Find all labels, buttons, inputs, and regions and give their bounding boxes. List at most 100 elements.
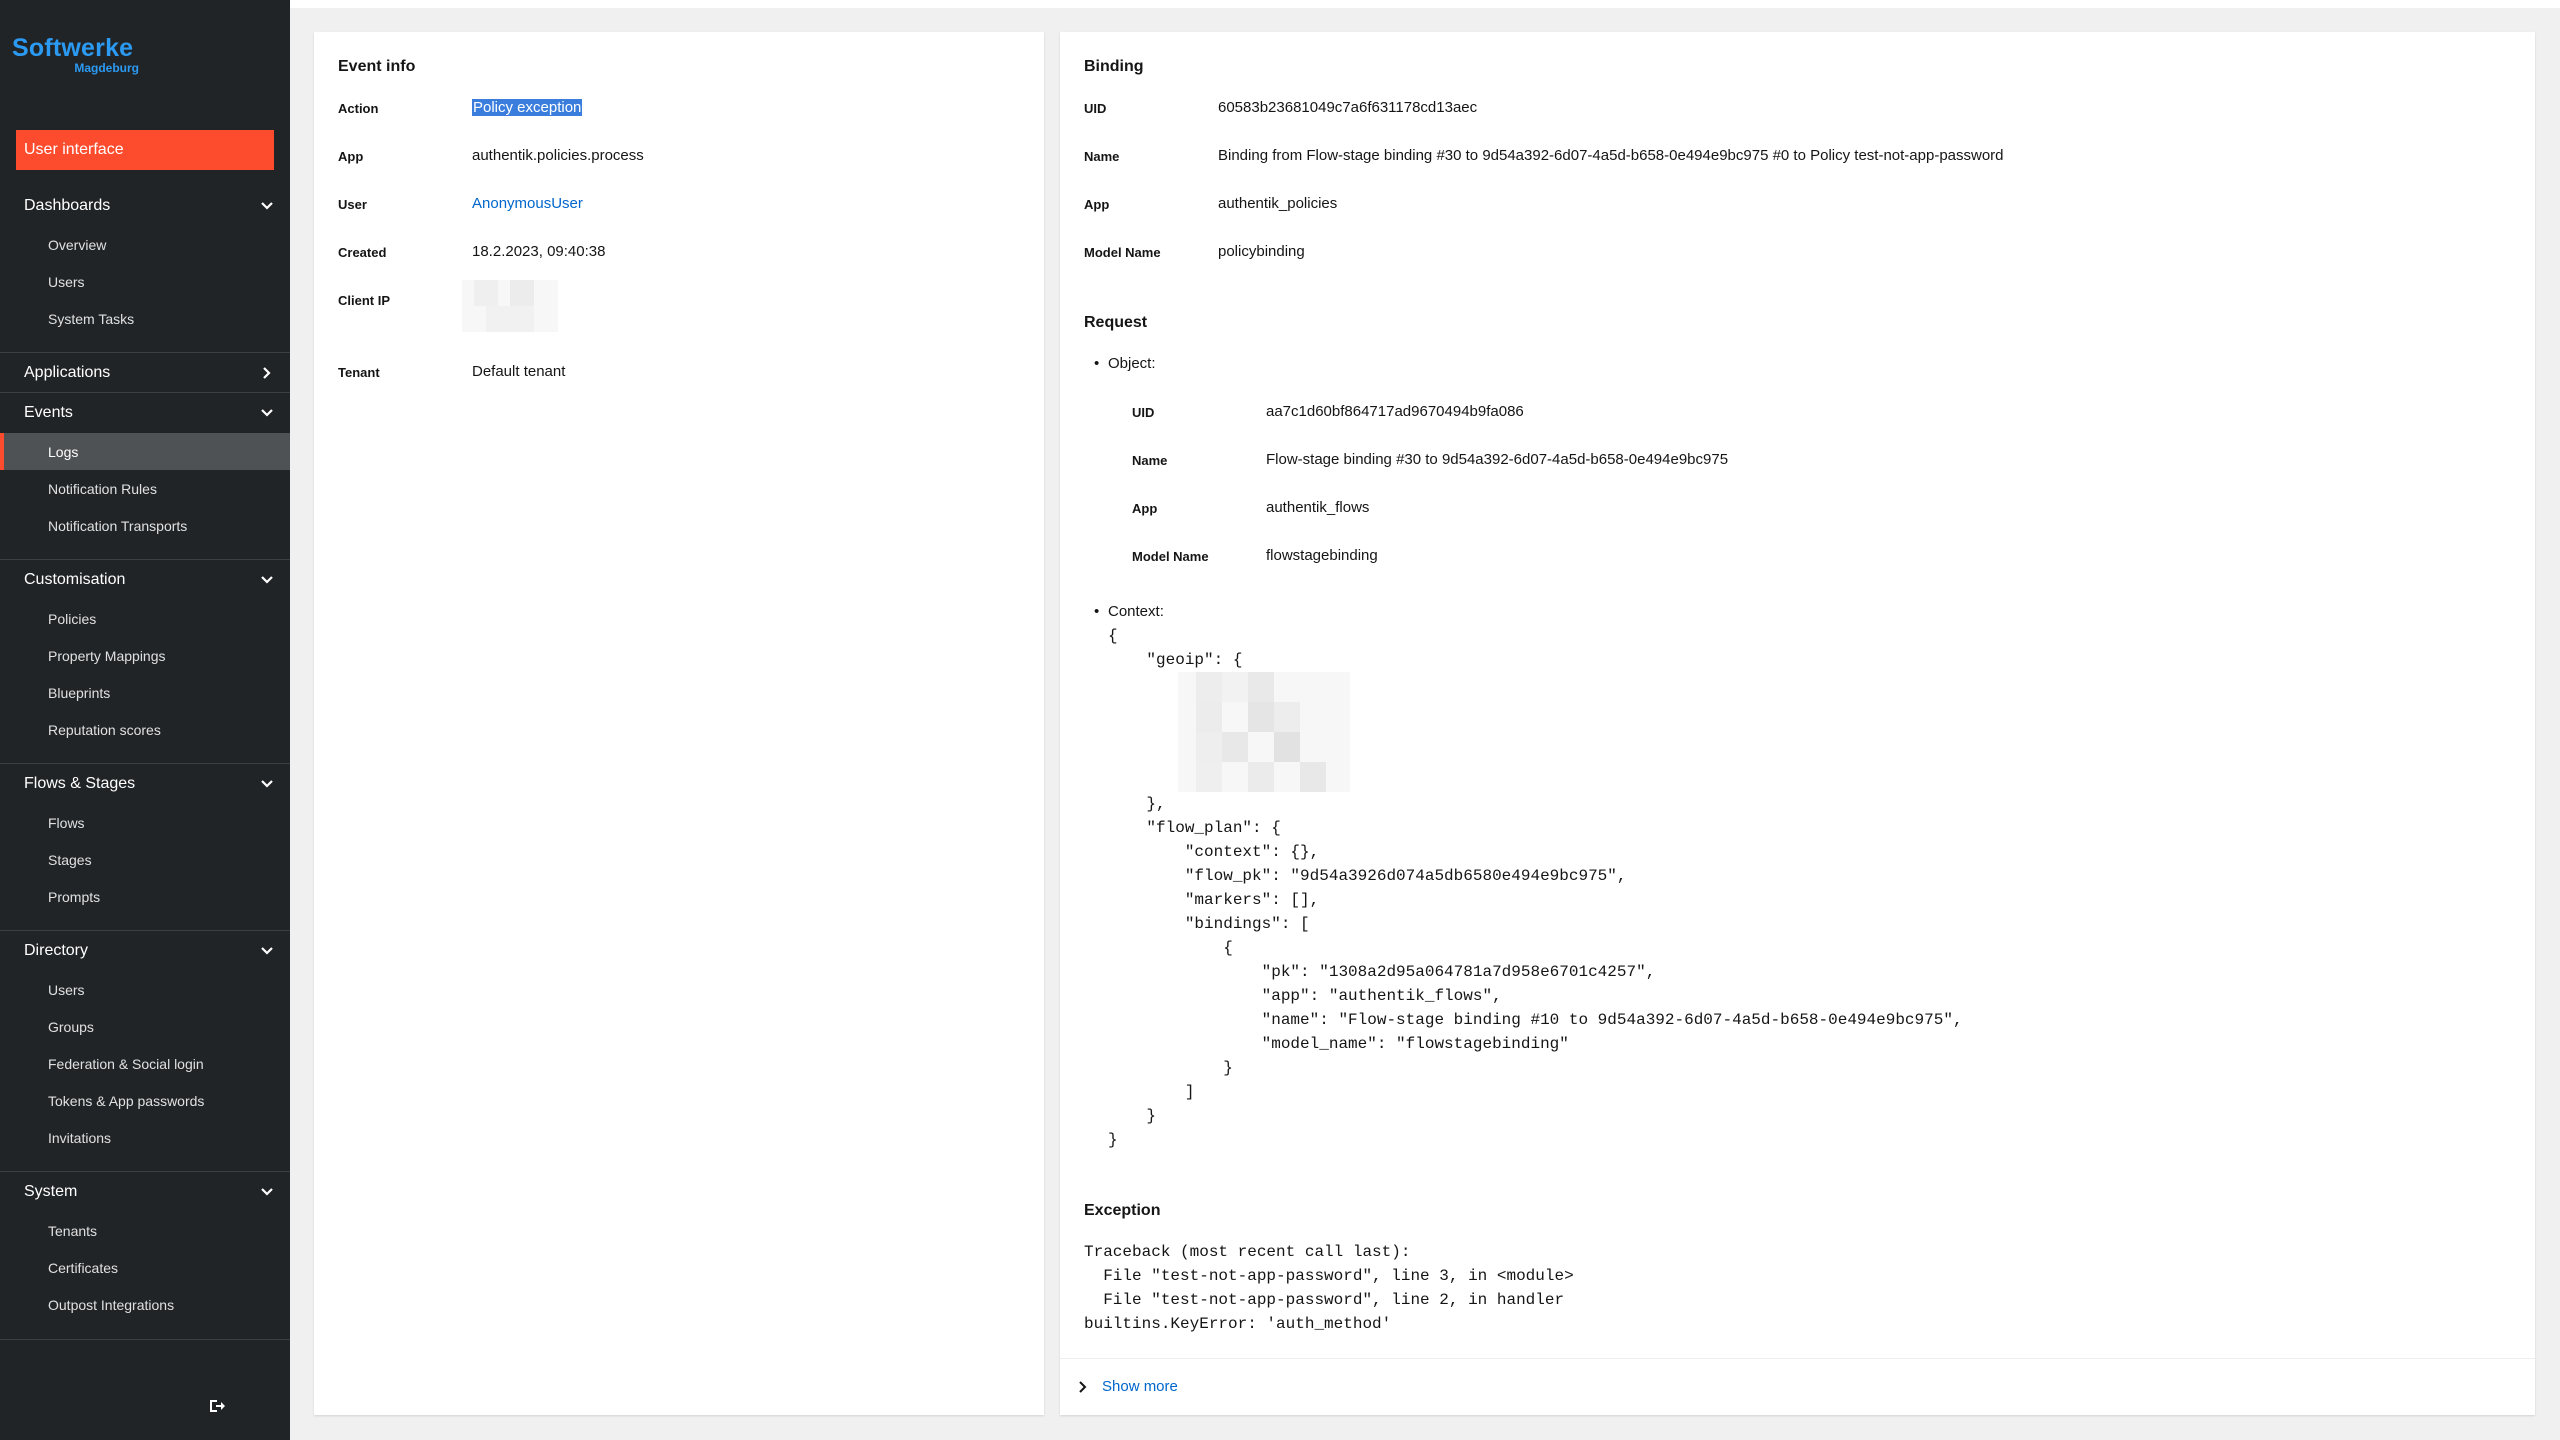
binding-name-value: Binding from Flow-stage binding #30 to 9… [1218, 147, 2004, 164]
object-bullet: Object: [1094, 355, 1155, 372]
action-value-text: Policy exception [472, 99, 583, 116]
sidebar-item-tenants[interactable]: Tenants [0, 1212, 290, 1249]
user-interface-button[interactable]: User interface [16, 130, 274, 170]
chevron-down-icon [261, 409, 273, 417]
action-label: Action [338, 101, 379, 116]
nav-header-applications[interactable]: Applications [0, 353, 290, 393]
created-label: Created [338, 245, 387, 260]
sidebar-item-users[interactable]: Users [0, 263, 290, 300]
sidebar-item-groups[interactable]: Groups [0, 1008, 290, 1045]
traceback-line: Traceback (most recent call last): [1084, 1243, 1411, 1261]
sidebar-item-tokens[interactable]: Tokens & App passwords [0, 1082, 290, 1119]
nav-header-label: Dashboards [24, 197, 111, 214]
sidebar-item-policies[interactable]: Policies [0, 600, 290, 637]
nav-header-dashboards[interactable]: Dashboards [0, 186, 290, 226]
brand-sub: Magdeburg [74, 61, 139, 75]
client-ip-redacted-map [462, 280, 558, 332]
context-line: "markers": [], [1108, 891, 1320, 909]
client-ip-label: Client IP [338, 293, 391, 308]
context-line: { [1108, 939, 1233, 957]
show-more-label: Show more [1102, 1378, 1178, 1395]
sidebar-item-outpost-integrations[interactable]: Outpost Integrations [0, 1286, 290, 1323]
binding-uid-label: UID [1084, 101, 1107, 116]
chevron-down-icon [261, 576, 273, 584]
chevron-down-icon [261, 1188, 273, 1196]
context-line: "pk": "1308a2d95a064781a7d958e6701c4257"… [1108, 963, 1656, 981]
nav-header-label: Directory [24, 942, 89, 959]
sidebar-item-overview[interactable]: Overview [0, 226, 290, 263]
event-info-card [314, 32, 1044, 1415]
context-line: } [1108, 1059, 1233, 1077]
context-line: } [1108, 1107, 1157, 1125]
traceback-line: File "test-not-app-password", line 3, in… [1084, 1267, 1574, 1285]
nav-group-directory: Directory Users Groups Federation & Soci… [0, 931, 290, 1156]
nav-header-label: Applications [24, 364, 111, 381]
action-value[interactable]: Policy exception [472, 99, 583, 116]
sidebar-item-reputation-scores[interactable]: Reputation scores [0, 711, 290, 748]
object-uid-value: aa7c1d60bf864717ad9670494b9fa086 [1266, 403, 1524, 420]
context-line: "flow_pk": "9d54a3926d074a5db6580e494e9b… [1108, 867, 1627, 885]
sidebar-item-invitations[interactable]: Invitations [0, 1119, 290, 1156]
app-value: authentik.policies.process [472, 147, 644, 164]
sidebar-item-flows[interactable]: Flows [0, 804, 290, 841]
binding-model-label: Model Name [1084, 245, 1161, 260]
sidebar-item-stages[interactable]: Stages [0, 841, 290, 878]
context-bullet: Context: [1094, 603, 1164, 620]
context-line: } [1108, 1131, 1118, 1149]
nav-group-events: Events Logs Notification Rules Notificat… [0, 393, 290, 544]
sidebar-item-logs[interactable]: Logs [0, 433, 290, 470]
sidebar-item-notification-transports[interactable]: Notification Transports [0, 507, 290, 544]
tenant-label: Tenant [338, 365, 380, 380]
object-app-value: authentik_flows [1266, 499, 1370, 516]
object-model-value: flowstagebinding [1266, 547, 1378, 564]
nav-group-applications: Applications [0, 353, 290, 393]
sidebar-item-notification-rules[interactable]: Notification Rules [0, 470, 290, 507]
nav-header-label: Customisation [24, 571, 126, 588]
binding-app-value: authentik_policies [1218, 195, 1338, 212]
context-line: "app": "authentik_flows", [1108, 987, 1502, 1005]
binding-model-value: policybinding [1218, 243, 1305, 260]
nav-header-events[interactable]: Events [0, 393, 290, 433]
show-more-toggle[interactable]: Show more [1078, 1378, 1178, 1395]
nav-header-label: Flows & Stages [24, 775, 136, 792]
nav-group-dashboards: Dashboards Overview Users System Tasks [0, 186, 290, 337]
sidebar-item-prompts[interactable]: Prompts [0, 878, 290, 915]
sidebar-item-system-tasks[interactable]: System Tasks [0, 300, 290, 337]
user-label: User [338, 197, 367, 212]
object-name-value: Flow-stage binding #30 to 9d54a392-6d07-… [1266, 451, 1729, 468]
user-link[interactable]: AnonymousUser [472, 195, 583, 212]
binding-uid-value: 60583b23681049c7a6f631178cd13aec [1218, 99, 1478, 116]
exception-title: Exception [1084, 1202, 1161, 1219]
context-line: { [1108, 627, 1118, 645]
app-label: App [338, 149, 364, 164]
sidebar-item-federation[interactable]: Federation & Social login [0, 1045, 290, 1082]
nav-header-directory[interactable]: Directory [0, 931, 290, 971]
sidebar-item-blueprints[interactable]: Blueprints [0, 674, 290, 711]
geoip-redacted-block [1178, 672, 1350, 792]
brand-name: Softwerke [12, 34, 134, 62]
object-app-label: App [1132, 501, 1158, 516]
context-line: "context": {}, [1108, 843, 1320, 861]
nav-group-system: System Tenants Certificates Outpost Inte… [0, 1172, 290, 1323]
event-info-title: Event info [338, 58, 416, 75]
chevron-down-icon [261, 202, 273, 210]
object-uid-label: UID [1132, 405, 1155, 420]
logout-icon[interactable] [208, 1397, 226, 1415]
nav-header-flows-stages[interactable]: Flows & Stages [0, 764, 290, 804]
top-bar [290, 0, 2560, 8]
sidebar-item-property-mappings[interactable]: Property Mappings [0, 637, 290, 674]
binding-title: Binding [1084, 58, 1144, 75]
request-title: Request [1084, 314, 1148, 331]
nav-header-customisation[interactable]: Customisation [0, 560, 290, 600]
chevron-right-icon [263, 367, 271, 379]
context-line: ] [1108, 1083, 1195, 1101]
nav-header-system[interactable]: System [0, 1172, 290, 1212]
brand-logo[interactable]: Softwerke Magdeburg [12, 34, 142, 78]
nav-group-flows-stages: Flows & Stages Flows Stages Prompts [0, 764, 290, 915]
nav-group-customisation: Customisation Policies Property Mappings… [0, 560, 290, 748]
created-value: 18.2.2023, 09:40:38 [472, 243, 606, 260]
sidebar-item-directory-users[interactable]: Users [0, 971, 290, 1008]
sidebar-item-certificates[interactable]: Certificates [0, 1249, 290, 1286]
chevron-down-icon [261, 947, 273, 955]
nav-header-label: System [24, 1183, 78, 1200]
